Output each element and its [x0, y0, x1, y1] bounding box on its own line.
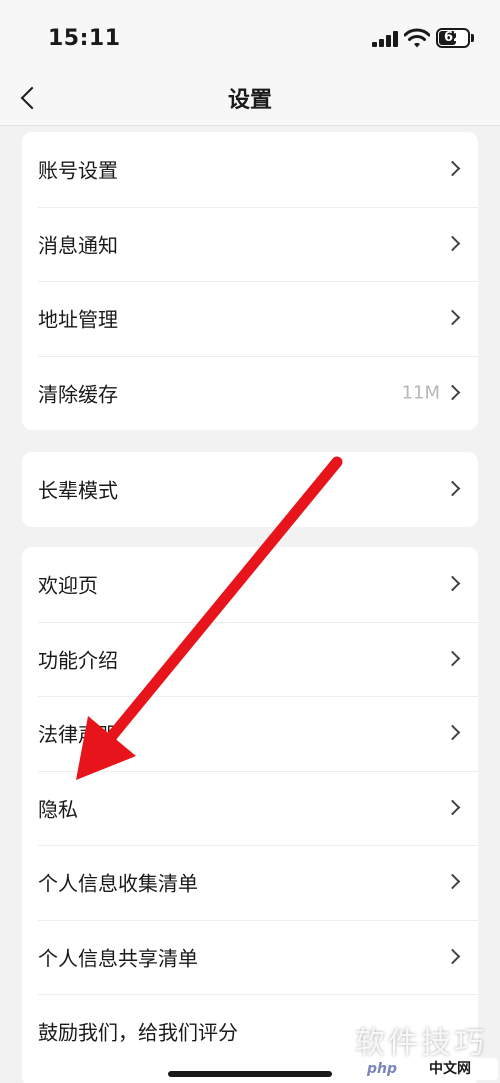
- settings-item-elder-mode[interactable]: 长辈模式: [22, 452, 478, 527]
- signal-icon: [372, 31, 398, 47]
- settings-item-label: 鼓励我们，给我们评分: [38, 1020, 238, 1045]
- settings-item-label: 个人信息收集清单: [38, 871, 198, 896]
- chevron-right-icon: [444, 235, 461, 252]
- settings-item-info-sharing[interactable]: 个人信息共享清单: [22, 919, 478, 995]
- chevron-right-icon: [444, 160, 461, 177]
- chevron-right-icon: [444, 480, 461, 497]
- navigation-bar: 设置: [0, 72, 500, 126]
- wifi-icon: [404, 28, 430, 48]
- chevron-right-icon: [444, 384, 461, 401]
- chevron-right-icon: [444, 575, 461, 592]
- chevron-right-icon: [444, 650, 461, 667]
- settings-item-address[interactable]: 地址管理: [22, 281, 478, 356]
- settings-item-welcome[interactable]: 欢迎页: [22, 547, 478, 622]
- settings-screen: 15:11 62 设置 账号设置 消息通知 地址管理 清除缓存 11M 长辈模式…: [0, 0, 500, 1083]
- settings-group-account: 账号设置 消息通知 地址管理 清除缓存 11M: [22, 132, 478, 430]
- php-cn-logo: php 中文网: [363, 1058, 498, 1080]
- logo-cn-text: 中文网: [429, 1061, 471, 1077]
- settings-item-privacy[interactable]: 隐私: [22, 770, 478, 846]
- settings-item-label: 长辈模式: [38, 478, 118, 503]
- settings-item-label: 账号设置: [38, 158, 118, 183]
- page-title: 设置: [227, 88, 272, 113]
- settings-item-label: 欢迎页: [38, 573, 98, 598]
- settings-item-label: 功能介绍: [38, 648, 118, 673]
- settings-item-legal[interactable]: 法律声明: [22, 696, 478, 771]
- settings-item-label: 个人信息共享清单: [38, 946, 198, 971]
- chevron-right-icon: [444, 724, 461, 741]
- settings-item-label: 清除缓存: [38, 382, 118, 407]
- settings-item-clear-cache[interactable]: 清除缓存 11M: [22, 355, 478, 431]
- settings-item-info-collection[interactable]: 个人信息收集清单: [22, 845, 478, 920]
- chevron-right-icon: [444, 948, 461, 965]
- battery-percentage: 62: [443, 30, 463, 45]
- cache-size-value: 11M: [401, 382, 440, 404]
- settings-item-label: 地址管理: [38, 307, 118, 332]
- settings-item-notifications[interactable]: 消息通知: [22, 206, 478, 282]
- home-indicator: [168, 1071, 332, 1077]
- chevron-right-icon: [444, 309, 461, 326]
- settings-group-elder-mode: 长辈模式: [22, 452, 478, 527]
- settings-group-about: 欢迎页 功能介绍 法律声明 隐私 个人信息收集清单 个人信息共享清单 鼓励我们，…: [22, 547, 478, 1083]
- chevron-right-icon: [444, 873, 461, 890]
- logo-php-text: php: [367, 1061, 398, 1077]
- settings-item-features[interactable]: 功能介绍: [22, 621, 478, 697]
- settings-item-label: 隐私: [38, 797, 78, 822]
- settings-item-account[interactable]: 账号设置: [22, 132, 478, 207]
- battery-icon: 62: [436, 28, 470, 48]
- status-bar: 15:11 62: [0, 0, 500, 80]
- watermark-text: 软件技巧: [355, 1026, 487, 1061]
- settings-item-label: 消息通知: [38, 233, 118, 258]
- status-time: 15:11: [48, 26, 121, 51]
- battery-cap: [471, 34, 474, 42]
- settings-item-label: 法律声明: [38, 722, 118, 747]
- chevron-right-icon: [444, 799, 461, 816]
